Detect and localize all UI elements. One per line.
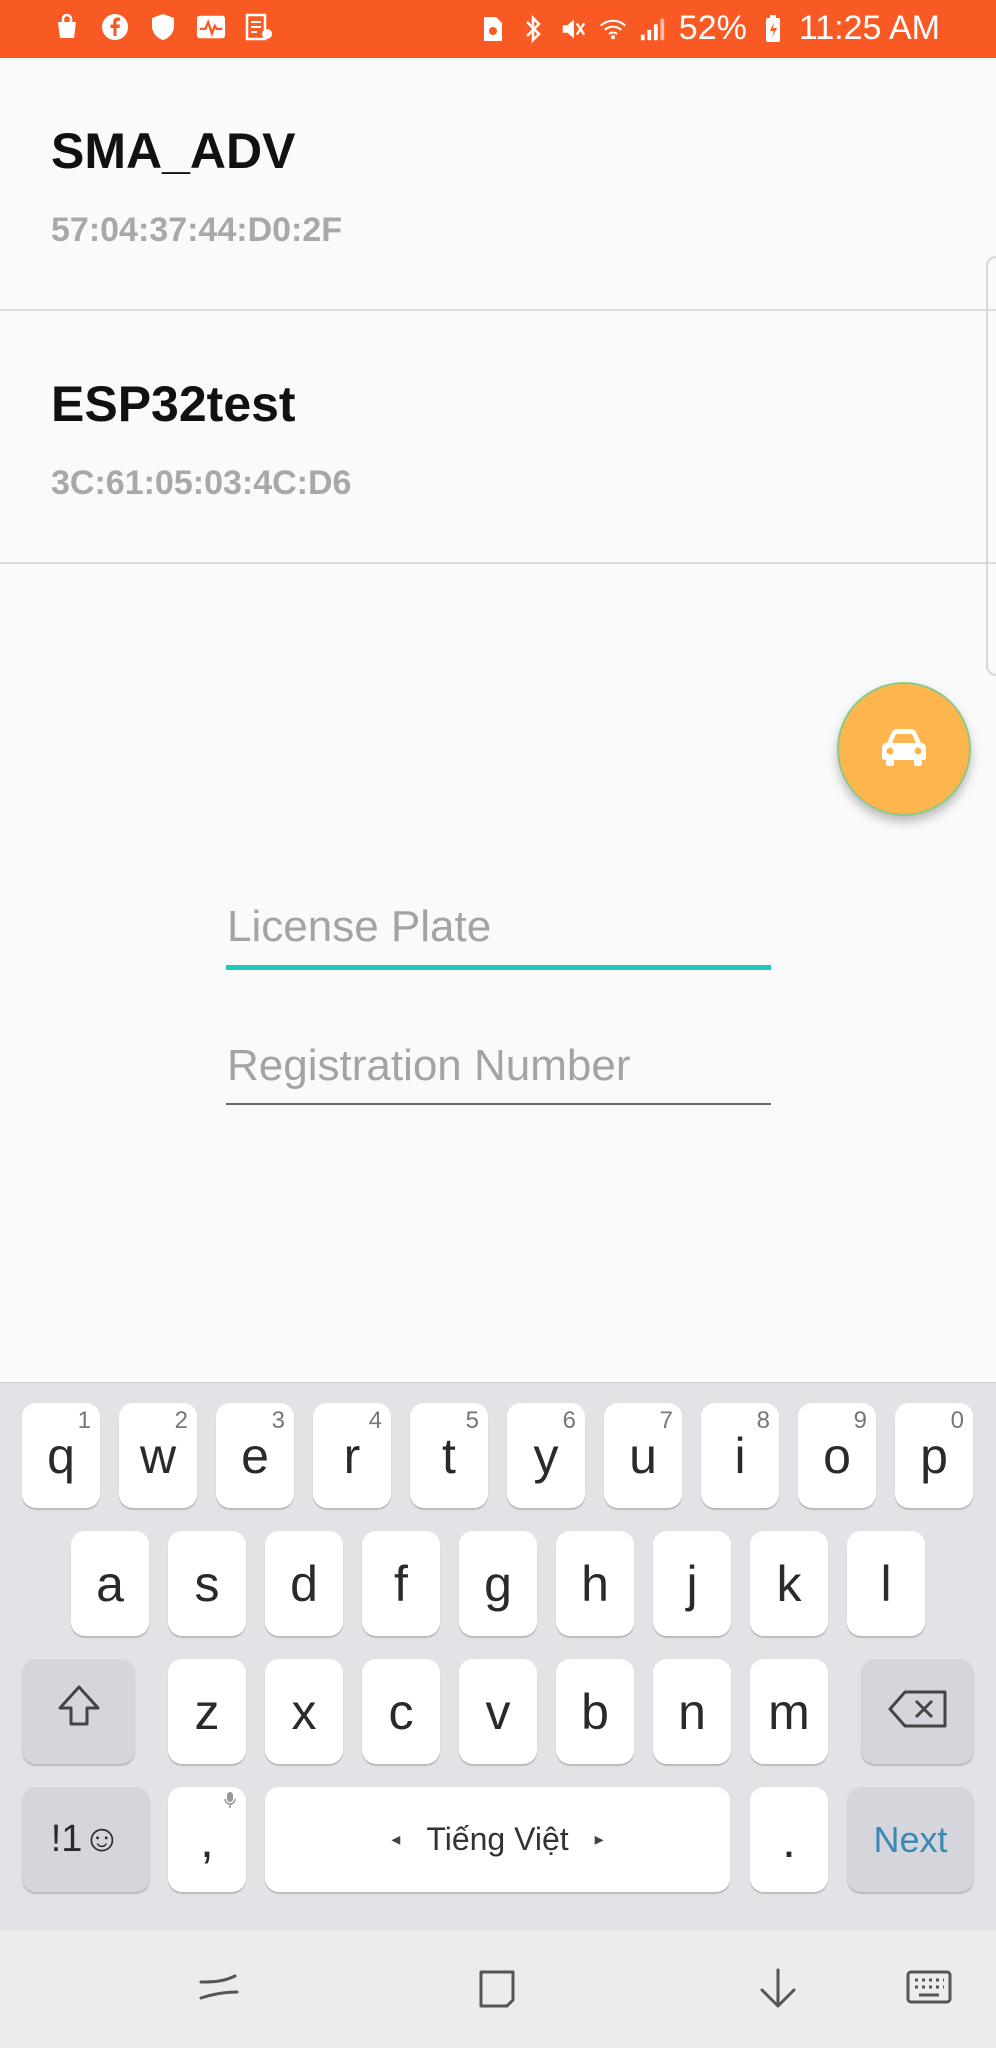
back-icon bbox=[756, 1966, 800, 2015]
key-t[interactable]: t5 bbox=[410, 1403, 488, 1508]
key-l[interactable]: l bbox=[847, 1531, 925, 1636]
key-m[interactable]: m bbox=[750, 1659, 828, 1764]
key-u[interactable]: u7 bbox=[604, 1403, 682, 1508]
key-q[interactable]: q1 bbox=[22, 1403, 100, 1508]
receipt-icon bbox=[244, 12, 274, 42]
key-s[interactable]: s bbox=[168, 1531, 246, 1636]
period-key[interactable]: . bbox=[750, 1787, 828, 1892]
facebook-icon bbox=[100, 12, 130, 42]
key-i[interactable]: i8 bbox=[701, 1403, 779, 1508]
navigation-bar bbox=[0, 1930, 996, 2048]
key-c[interactable]: c bbox=[362, 1659, 440, 1764]
key-w[interactable]: w2 bbox=[119, 1403, 197, 1508]
home-button[interactable] bbox=[467, 1960, 527, 2020]
device-name: ESP32test bbox=[51, 376, 296, 432]
battery-icon bbox=[759, 14, 787, 44]
keyboard-icon bbox=[906, 1970, 952, 2011]
license-plate-field[interactable] bbox=[226, 892, 771, 970]
key-n[interactable]: n bbox=[653, 1659, 731, 1764]
key-g[interactable]: g bbox=[459, 1531, 537, 1636]
sim-icon bbox=[479, 14, 507, 44]
key-h[interactable]: h bbox=[556, 1531, 634, 1636]
notification-icons bbox=[52, 12, 274, 42]
home-icon bbox=[475, 1966, 519, 2015]
key-v[interactable]: v bbox=[459, 1659, 537, 1764]
key-e[interactable]: e3 bbox=[216, 1403, 294, 1508]
registration-number-underline bbox=[226, 1103, 771, 1105]
shield-icon bbox=[148, 12, 178, 42]
list-item[interactable]: ESP32test 3C:61:05:03:4C:D6 bbox=[0, 311, 996, 564]
clock: 11:25 AM bbox=[798, 9, 940, 47]
recents-button[interactable] bbox=[189, 1960, 249, 2020]
signal-icon bbox=[639, 14, 667, 44]
next-key[interactable]: Next bbox=[847, 1787, 974, 1892]
space-key[interactable]: ◂ Tiếng Việt ▸ bbox=[265, 1787, 730, 1892]
recents-icon bbox=[197, 1968, 241, 2013]
scroll-indicator[interactable] bbox=[986, 256, 996, 676]
device-address: 3C:61:05:03:4C:D6 bbox=[51, 464, 352, 502]
car-fab-button[interactable] bbox=[837, 682, 971, 816]
battery-percent: 52% bbox=[678, 9, 747, 47]
license-plate-underline bbox=[226, 965, 771, 970]
chevron-left-icon: ◂ bbox=[391, 1829, 401, 1849]
device-name: SMA_ADV bbox=[51, 123, 296, 179]
key-z[interactable]: z bbox=[168, 1659, 246, 1764]
activity-icon bbox=[196, 12, 226, 42]
key-y[interactable]: y6 bbox=[507, 1403, 585, 1508]
backspace-key[interactable] bbox=[861, 1659, 974, 1764]
comma-key[interactable]: , bbox=[168, 1787, 246, 1892]
key-j[interactable]: j bbox=[653, 1531, 731, 1636]
keyboard: q1 w2 e3 r4 t5 y6 u7 i8 o9 p0 a s d f g … bbox=[0, 1382, 996, 1930]
car-icon bbox=[879, 726, 929, 773]
wifi-icon bbox=[599, 14, 627, 44]
shift-icon bbox=[54, 1681, 104, 1743]
key-a[interactable]: a bbox=[71, 1531, 149, 1636]
key-x[interactable]: x bbox=[265, 1659, 343, 1764]
shift-key[interactable] bbox=[22, 1659, 135, 1764]
key-f[interactable]: f bbox=[362, 1531, 440, 1636]
registration-number-input[interactable] bbox=[226, 1031, 771, 1101]
shopping-bag-icon bbox=[52, 12, 82, 42]
symbols-key[interactable]: !1☺ bbox=[22, 1787, 150, 1892]
mic-icon bbox=[224, 1791, 236, 1814]
backspace-icon bbox=[887, 1683, 949, 1741]
bluetooth-icon bbox=[519, 14, 547, 44]
key-p[interactable]: p0 bbox=[895, 1403, 973, 1508]
key-o[interactable]: o9 bbox=[798, 1403, 876, 1508]
license-plate-input[interactable] bbox=[226, 892, 771, 962]
list-item[interactable]: SMA_ADV 57:04:37:44:D0:2F bbox=[0, 58, 996, 311]
key-k[interactable]: k bbox=[750, 1531, 828, 1636]
system-status: 52% 11:25 AM bbox=[479, 9, 940, 48]
registration-number-field[interactable] bbox=[226, 1031, 771, 1105]
status-bar: 52% 11:25 AM bbox=[0, 0, 996, 58]
key-r[interactable]: r4 bbox=[313, 1403, 391, 1508]
mute-icon bbox=[559, 14, 587, 44]
key-b[interactable]: b bbox=[556, 1659, 634, 1764]
back-button[interactable] bbox=[748, 1960, 808, 2020]
keyboard-switch-button[interactable] bbox=[899, 1960, 959, 2020]
key-d[interactable]: d bbox=[265, 1531, 343, 1636]
chevron-right-icon: ▸ bbox=[594, 1829, 604, 1849]
device-address: 57:04:37:44:D0:2F bbox=[51, 211, 343, 249]
